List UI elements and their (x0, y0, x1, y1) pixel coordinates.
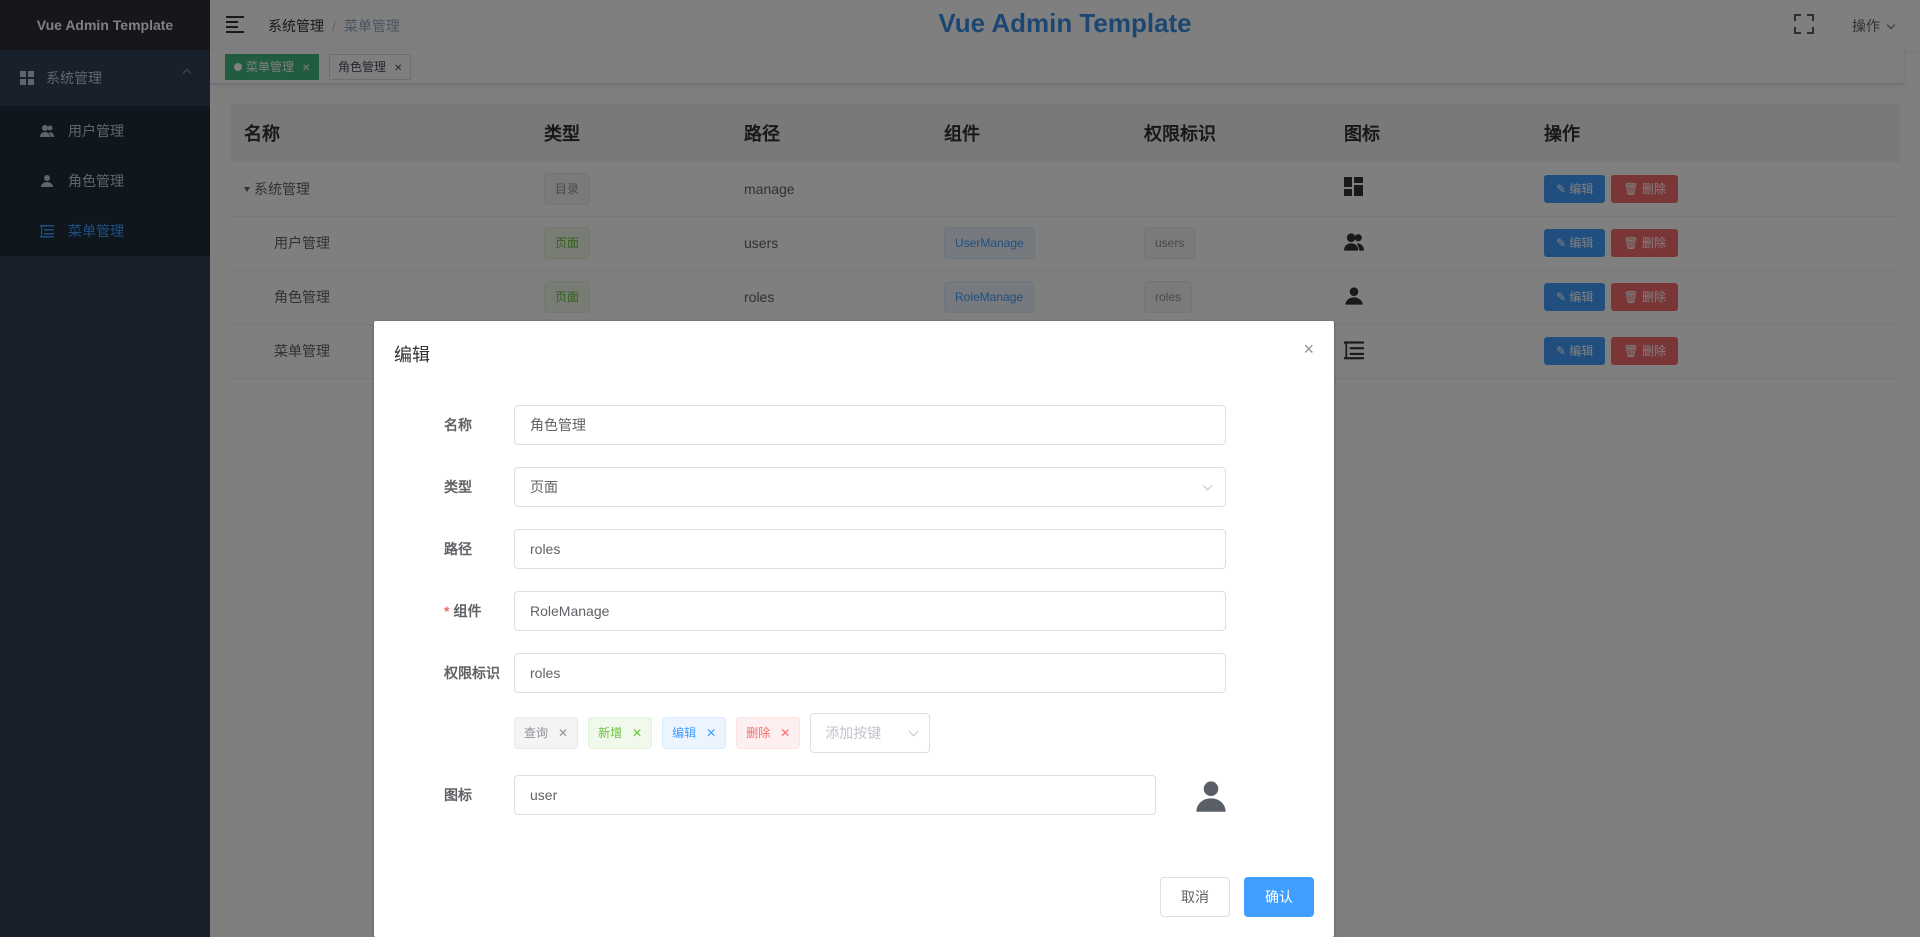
form-row-icon: 图标 user (374, 775, 1334, 815)
close-icon[interactable]: ✕ (632, 726, 642, 740)
form-row-name: 名称 角色管理 (374, 405, 1334, 445)
component-input[interactable]: RoleManage (514, 591, 1226, 631)
button-tag-edit: 编辑 ✕ (662, 717, 727, 749)
type-select[interactable]: 页面 (514, 467, 1226, 507)
form-row-perm: 权限标识 roles (374, 653, 1334, 693)
field-label: 图标 (444, 787, 472, 803)
edit-dialog: 编辑 × 名称 角色管理 类型 页面 路径 roles * 组件 RoleMana… (374, 321, 1334, 937)
close-icon[interactable]: ✕ (706, 726, 716, 740)
add-button-placeholder: 添加按键 (825, 725, 882, 741)
form-row-path: 路径 roles (374, 529, 1334, 569)
tag-label: 查询 (524, 726, 549, 740)
cancel-button[interactable]: 取消 (1160, 877, 1230, 917)
perm-input[interactable]: roles (514, 653, 1226, 693)
tag-label: 删除 (746, 726, 771, 740)
field-label-required: * 组件 (444, 591, 514, 631)
button-tag-add: 新增 ✕ (588, 717, 653, 749)
form-row-component: * 组件 RoleManage (374, 591, 1334, 631)
chevron-down-icon (1202, 480, 1213, 491)
tag-label: 新增 (598, 726, 623, 740)
form-row-buttons: 查询 ✕ 新增 ✕ 编辑 ✕ 删除 ✕ 添加按键 (374, 713, 1334, 753)
field-label: 类型 (444, 479, 472, 495)
type-select-value: 页面 (530, 479, 558, 495)
button-tag-delete: 删除 ✕ (736, 717, 801, 749)
field-label: 权限标识 (444, 665, 500, 681)
field-label: 路径 (444, 541, 472, 557)
close-icon[interactable]: × (1303, 339, 1314, 360)
field-label: 名称 (444, 417, 472, 433)
button-tags: 查询 ✕ 新增 ✕ 编辑 ✕ 删除 ✕ 添加按键 (514, 713, 931, 753)
user-icon (1194, 779, 1228, 813)
tag-label: 编辑 (672, 726, 697, 740)
button-tag-query: 查询 ✕ (514, 717, 579, 749)
icon-input[interactable]: user (514, 775, 1156, 815)
name-input[interactable]: 角色管理 (514, 405, 1226, 445)
close-icon[interactable]: ✕ (558, 726, 568, 740)
confirm-button[interactable]: 确认 (1244, 877, 1314, 917)
close-icon[interactable]: ✕ (780, 726, 790, 740)
field-label-text: 组件 (453, 603, 482, 619)
required-asterisk: * (444, 603, 450, 619)
dialog-title: 编辑 (394, 345, 430, 365)
chevron-down-icon (908, 726, 919, 737)
form-row-type: 类型 页面 (374, 467, 1334, 507)
add-button-select[interactable]: 添加按键 (810, 713, 931, 753)
path-input[interactable]: roles (514, 529, 1226, 569)
